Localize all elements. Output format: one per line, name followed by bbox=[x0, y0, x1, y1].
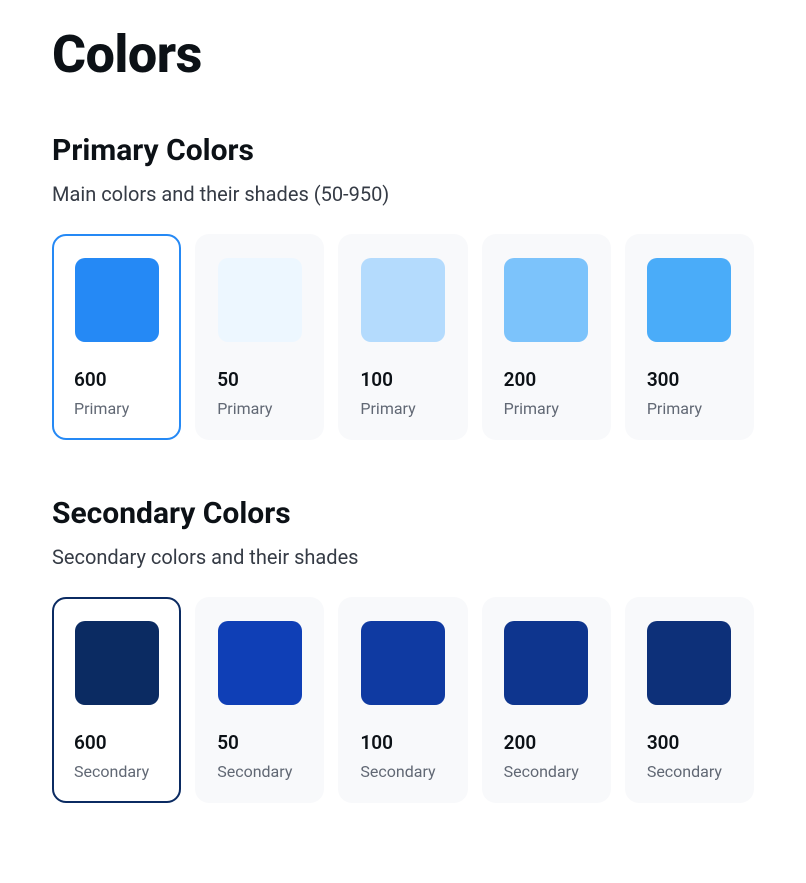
color-chip bbox=[361, 621, 445, 705]
color-chip bbox=[647, 258, 731, 342]
secondary-colors-section: Secondary Colors Secondary colors and th… bbox=[52, 496, 754, 803]
color-swatch-card[interactable]: 600 Secondary bbox=[52, 597, 181, 803]
palette-label: Secondary bbox=[360, 762, 445, 781]
color-swatch-card[interactable]: 100 Secondary bbox=[338, 597, 467, 803]
secondary-description: Secondary colors and their shades bbox=[52, 545, 754, 569]
color-swatch-card[interactable]: 50 Secondary bbox=[195, 597, 324, 803]
palette-label: Secondary bbox=[504, 762, 589, 781]
shade-label: 200 bbox=[504, 368, 589, 391]
shade-label: 100 bbox=[360, 368, 445, 391]
color-chip bbox=[218, 621, 302, 705]
color-chip bbox=[504, 621, 588, 705]
shade-label: 50 bbox=[217, 731, 302, 754]
shade-label: 600 bbox=[74, 368, 159, 391]
shade-label: 300 bbox=[647, 368, 732, 391]
page-title: Colors bbox=[52, 24, 754, 85]
secondary-swatch-row: 600 Secondary 50 Secondary 100 Secondary 200 Se… bbox=[52, 597, 754, 803]
color-chip bbox=[504, 258, 588, 342]
palette-label: Primary bbox=[360, 399, 445, 418]
palette-label: Secondary bbox=[74, 762, 159, 781]
color-chip bbox=[361, 258, 445, 342]
color-swatch-card[interactable]: 300 Primary bbox=[625, 234, 754, 440]
palette-label: Primary bbox=[504, 399, 589, 418]
color-swatch-card[interactable]: 200 Secondary bbox=[482, 597, 611, 803]
primary-heading: Primary Colors bbox=[52, 133, 754, 168]
primary-description: Main colors and their shades (50-950) bbox=[52, 182, 754, 206]
color-swatch-card[interactable]: 100 Primary bbox=[338, 234, 467, 440]
color-chip bbox=[647, 621, 731, 705]
palette-label: Primary bbox=[74, 399, 159, 418]
color-swatch-card[interactable]: 200 Primary bbox=[482, 234, 611, 440]
color-swatch-card[interactable]: 600 Primary bbox=[52, 234, 181, 440]
palette-label: Primary bbox=[647, 399, 732, 418]
primary-colors-section: Primary Colors Main colors and their sha… bbox=[52, 133, 754, 440]
shade-label: 100 bbox=[360, 731, 445, 754]
palette-label: Secondary bbox=[647, 762, 732, 781]
color-swatch-card[interactable]: 50 Primary bbox=[195, 234, 324, 440]
primary-swatch-row: 600Primary50Primary100Primary200Primary3… bbox=[52, 234, 754, 440]
color-chip bbox=[75, 621, 159, 705]
color-chip bbox=[218, 258, 302, 342]
shade-label: 600 bbox=[74, 731, 159, 754]
shade-label: 50 bbox=[217, 368, 302, 391]
shade-label: 200 bbox=[504, 731, 589, 754]
secondary-heading: Secondary Colors bbox=[52, 496, 754, 531]
palette-label: Secondary bbox=[217, 762, 302, 781]
shade-label: 300 bbox=[647, 731, 732, 754]
palette-label: Primary bbox=[217, 399, 302, 418]
color-chip bbox=[75, 258, 159, 342]
color-swatch-card[interactable]: 300 Secondary bbox=[625, 597, 754, 803]
